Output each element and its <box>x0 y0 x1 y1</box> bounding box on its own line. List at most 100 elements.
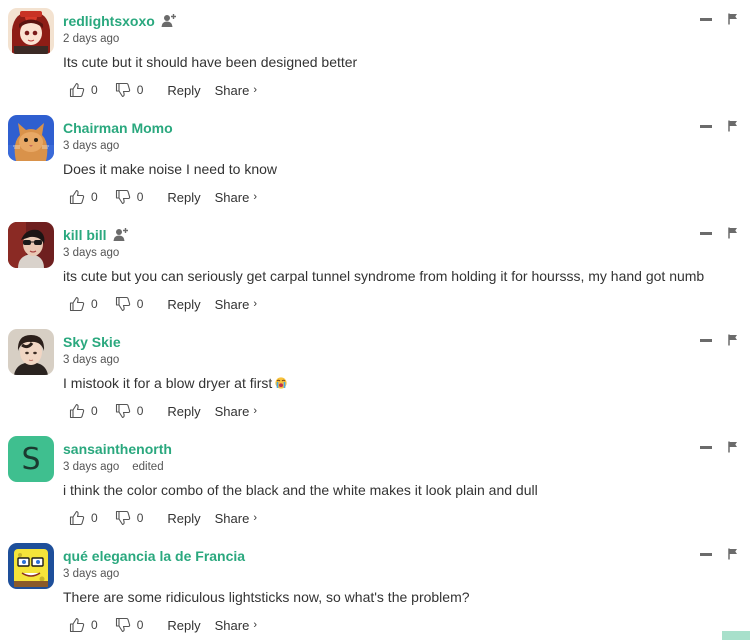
reply-button[interactable]: Reply <box>167 404 200 419</box>
flag-icon[interactable] <box>727 12 739 25</box>
comment-item: Sky Skie 3 days ago I mistook it for a b… <box>0 321 750 428</box>
username-row: kill bill <box>63 225 129 245</box>
share-label: Share <box>214 189 250 205</box>
username[interactable]: Sky Skie <box>63 334 121 350</box>
like-count: 0 <box>91 190 98 204</box>
timestamp: 3 days ago <box>63 247 120 259</box>
collapse-icon[interactable] <box>700 339 712 342</box>
comments-list: redlightsxoxo 2 days ago Its cute but it… <box>0 0 750 640</box>
comment-text: There are some ridiculous lightsticks no… <box>63 589 470 605</box>
chevron-right-icon: › <box>253 619 257 631</box>
comment-meta: 2 days ago <box>63 33 119 45</box>
comment-meta: 3 days ago <box>63 247 119 259</box>
flag-icon[interactable] <box>727 547 739 560</box>
follow-user-icon[interactable] <box>113 227 129 243</box>
reply-button[interactable]: Reply <box>167 190 200 205</box>
username[interactable]: qué elegancia la de Francia <box>63 548 245 564</box>
thumbs-up-icon[interactable] <box>69 189 85 205</box>
username-row: Sky Skie <box>63 332 121 352</box>
timestamp: 3 days ago <box>63 568 120 580</box>
share-button[interactable]: Share › <box>215 83 257 98</box>
share-label: Share <box>214 617 250 633</box>
comment-item: kill bill 3 days ago its cute but you ca… <box>0 214 750 321</box>
like-count: 0 <box>91 618 98 632</box>
avatar[interactable] <box>8 222 54 268</box>
collapse-icon[interactable] <box>700 446 712 449</box>
reply-button[interactable]: Reply <box>167 83 200 98</box>
chevron-right-icon: › <box>253 84 257 96</box>
edited-label: edited <box>132 461 164 473</box>
chevron-right-icon: › <box>253 512 257 524</box>
share-button[interactable]: Share › <box>215 511 257 526</box>
avatar[interactable]: S <box>8 436 54 482</box>
username[interactable]: redlightsxoxo <box>63 13 155 29</box>
thumbs-down-icon[interactable] <box>115 403 131 419</box>
red-costume-character-avatar <box>8 8 54 54</box>
collapse-icon[interactable] <box>700 125 712 128</box>
flag-icon[interactable] <box>727 119 739 132</box>
avatar[interactable] <box>8 329 54 375</box>
flag-icon[interactable] <box>727 333 739 346</box>
thumbs-up-icon[interactable] <box>69 403 85 419</box>
like-count: 0 <box>91 297 98 311</box>
comment-meta: 3 days ago edited <box>63 461 164 473</box>
dislike-count: 0 <box>136 297 144 311</box>
person-sunglasses-avatar <box>8 222 54 268</box>
username-row: redlightsxoxo <box>63 11 177 31</box>
username[interactable]: sansainthenorth <box>63 441 172 457</box>
thumbs-down-icon[interactable] <box>115 82 131 98</box>
dislike-count: 0 <box>136 404 144 418</box>
reply-button[interactable]: Reply <box>167 297 200 312</box>
comment-text-container: I mistook it for a blow dryer at first <box>63 375 287 391</box>
username[interactable]: kill bill <box>63 227 107 243</box>
follow-user-icon[interactable] <box>161 13 177 29</box>
thumbs-down-icon[interactable] <box>115 510 131 526</box>
cartoon-sponge-avatar <box>8 543 54 589</box>
thumbs-down-icon[interactable] <box>115 189 131 205</box>
dislike-count: 0 <box>136 618 144 632</box>
timestamp: 3 days ago <box>63 354 120 366</box>
dislike-count: 0 <box>136 511 144 525</box>
comment-actions: 0 0 Reply Share › <box>69 402 257 420</box>
avatar[interactable] <box>8 115 54 161</box>
like-count: 0 <box>91 83 98 97</box>
comment-actions: 0 0 Reply Share › <box>69 509 257 527</box>
flag-icon[interactable] <box>727 226 739 239</box>
comment-item: redlightsxoxo 2 days ago Its cute but it… <box>0 0 750 107</box>
share-button[interactable]: Share › <box>215 190 257 205</box>
timestamp: 3 days ago <box>63 140 120 152</box>
collapse-icon[interactable] <box>700 232 712 235</box>
avatar[interactable] <box>8 543 54 589</box>
comment-text: Its cute but it should have been designe… <box>63 54 358 70</box>
comment-item: qué elegancia la de Francia 3 days ago T… <box>0 535 750 640</box>
avatar[interactable] <box>8 8 54 54</box>
thumbs-down-icon[interactable] <box>115 617 131 633</box>
comment-text: i think the color combo of the black and… <box>63 482 538 498</box>
username-row: qué elegancia la de Francia <box>63 546 245 566</box>
share-button[interactable]: Share › <box>215 297 257 312</box>
thumbs-up-icon[interactable] <box>69 617 85 633</box>
collapse-icon[interactable] <box>700 553 712 556</box>
comment-actions: 0 0 Reply Share › <box>69 188 257 206</box>
reply-button[interactable]: Reply <box>167 511 200 526</box>
avatar-letter: S <box>21 441 41 477</box>
thumbs-up-icon[interactable] <box>69 82 85 98</box>
like-count: 0 <box>91 404 98 418</box>
username[interactable]: Chairman Momo <box>63 120 173 136</box>
like-count: 0 <box>91 511 98 525</box>
timestamp: 3 days ago <box>63 461 120 473</box>
share-button[interactable]: Share › <box>215 404 257 419</box>
thumbs-up-icon[interactable] <box>69 510 85 526</box>
thumbs-up-icon[interactable] <box>69 296 85 312</box>
flag-icon[interactable] <box>727 440 739 453</box>
reply-button[interactable]: Reply <box>167 618 200 633</box>
share-label: Share <box>214 296 250 312</box>
username-row: Chairman Momo <box>63 118 173 138</box>
thumbs-down-icon[interactable] <box>115 296 131 312</box>
comment-item: S sansainthenorth 3 days ago edited i th… <box>0 428 750 535</box>
collapse-icon[interactable] <box>700 18 712 21</box>
scroll-to-top-tab[interactable] <box>722 631 750 640</box>
comment-meta: 3 days ago <box>63 568 119 580</box>
crying-face-emoji-icon <box>275 376 287 389</box>
share-button[interactable]: Share › <box>215 618 257 633</box>
